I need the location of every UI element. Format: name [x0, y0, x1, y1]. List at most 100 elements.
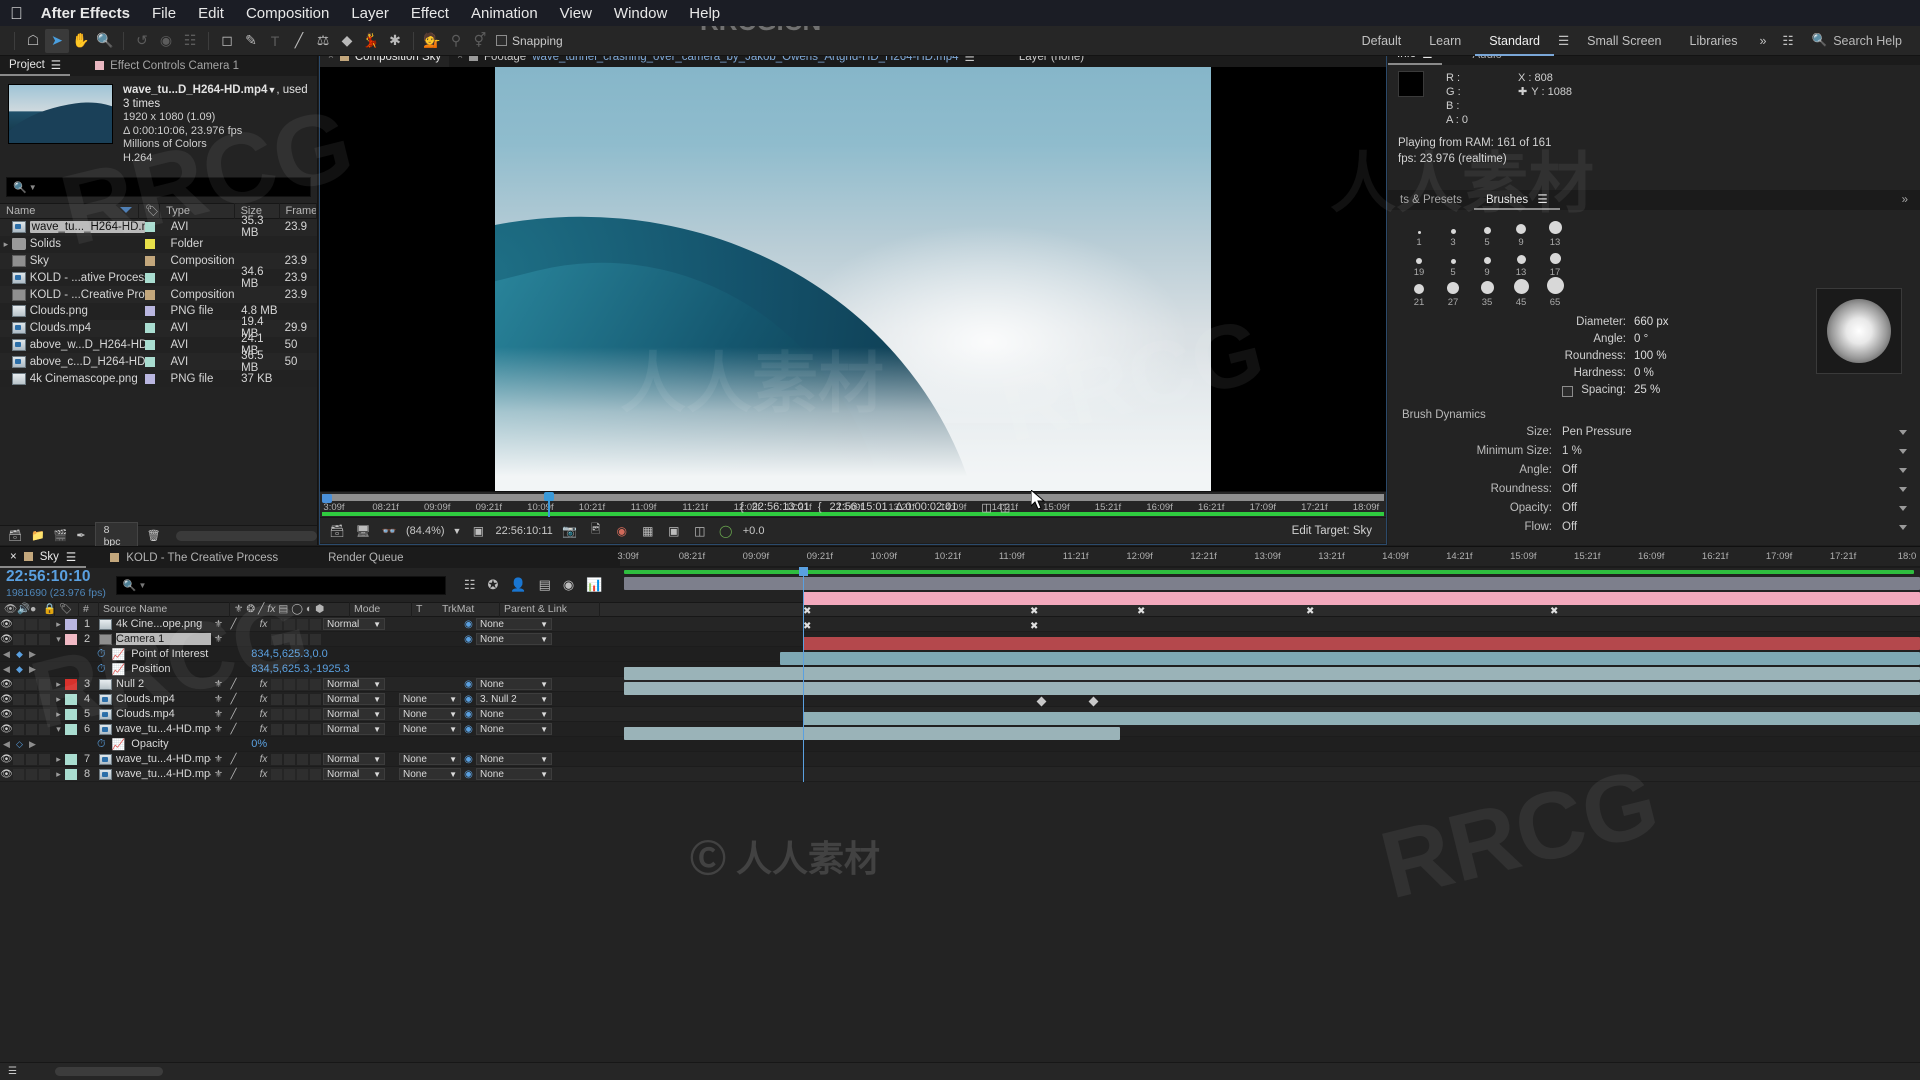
layer-visibility-icon[interactable]: 👁	[0, 724, 13, 735]
motion-blur-switch[interactable]	[284, 753, 295, 765]
effects-switch[interactable]: fx	[256, 769, 271, 780]
brush-property-value[interactable]: 660 px	[1634, 314, 1696, 331]
brush-preset[interactable]: 3	[1436, 229, 1470, 248]
layer-lock-toggle[interactable]	[39, 723, 50, 735]
motion-blur-switch[interactable]	[284, 768, 295, 780]
brush-preset[interactable]: 17	[1538, 253, 1572, 278]
layer-label-color[interactable]	[65, 678, 77, 690]
layer-source-name[interactable]: wave_tu...4-HD.mp4	[116, 753, 211, 765]
puppet-starch-icon[interactable]: 💁	[420, 29, 444, 53]
collapse-switch[interactable]: ╱	[226, 619, 241, 630]
menu-item-composition[interactable]: Composition	[246, 5, 329, 22]
brush-property-value[interactable]: 0 °	[1634, 331, 1696, 348]
keyframe-prev-icon[interactable]: ◀	[0, 649, 13, 660]
timeline-ruler[interactable]: 3:09f 08:21f 09:09f 09:21f 10:09f 10:21f 11:09…	[617, 547, 1920, 567]
range-out-point[interactable]: 22:56:15:01	[830, 501, 888, 513]
timeline-layer-bar[interactable]	[624, 727, 1120, 740]
3d-switch[interactable]	[310, 633, 321, 645]
stopwatch-icon[interactable]: ⏱	[97, 738, 106, 751]
shy-switch[interactable]: ⚜	[211, 709, 226, 720]
layer-twirl-icon[interactable]: ▸	[52, 709, 65, 720]
parent-pickwhip-icon[interactable]: ◉	[461, 709, 476, 720]
layer-audio-toggle[interactable]	[13, 753, 24, 765]
project-row-name[interactable]: above_w...D_H264-HD.mp4	[30, 339, 145, 351]
timeline-layer-bar[interactable]	[624, 682, 1920, 695]
layer-audio-toggle[interactable]	[13, 768, 24, 780]
motion-blur-switch[interactable]	[284, 633, 295, 645]
brush-preset[interactable]: 45	[1504, 279, 1538, 308]
layer-lock-toggle[interactable]	[39, 708, 50, 720]
menu-item-edit[interactable]: Edit	[198, 5, 224, 22]
layer-visibility-icon[interactable]: 👁	[0, 754, 13, 765]
puppet-overlap-icon[interactable]: ⚲	[444, 29, 468, 53]
brush-preset[interactable]: 13	[1504, 255, 1538, 278]
exposure-value[interactable]: +0.0	[743, 525, 765, 537]
lift-work-area-icon[interactable]: ◫	[981, 501, 991, 514]
collapse-switch[interactable]: ╱	[226, 754, 241, 765]
spacing-checkbox[interactable]	[1562, 386, 1574, 397]
project-row-name[interactable]: KOLD - ...ative Process.mp4	[30, 272, 145, 284]
layer-visibility-icon[interactable]: 👁	[0, 709, 13, 720]
brush-preset[interactable]: 9	[1470, 257, 1504, 278]
column-frame-rate[interactable]: Frame R	[280, 203, 318, 219]
keyframe-diamond-icon[interactable]: ◆	[13, 649, 26, 660]
project-row-name[interactable]: Solids	[30, 238, 145, 250]
snapshot-icon[interactable]: 📷	[561, 523, 579, 539]
layer-audio-toggle[interactable]	[13, 678, 24, 690]
shape-tool-icon[interactable]: ◻	[215, 29, 239, 53]
expand-arrow-icon[interactable]: ▸	[0, 239, 12, 250]
layer-lock-toggle[interactable]	[39, 618, 50, 630]
source-name-header[interactable]: Source Name	[99, 602, 230, 617]
timeline-layer-bar[interactable]	[803, 592, 1920, 605]
layer-mode-select[interactable]: Normal ▼	[323, 618, 385, 630]
keyframe-prev-icon[interactable]: ◀	[0, 739, 13, 750]
chevron-double-right-icon[interactable]: »	[1890, 190, 1920, 210]
puppet-pin-icon[interactable]: ✱	[383, 29, 407, 53]
column-name[interactable]: Name	[0, 203, 140, 219]
layer-mode-select[interactable]: Normal ▼	[323, 753, 385, 765]
column-label-tag[interactable]: 🏷	[139, 203, 161, 219]
layer-twirl-icon[interactable]: ▸	[52, 619, 65, 630]
region-of-interest-icon[interactable]: ▣	[469, 523, 487, 539]
layer-mode-select[interactable]: Normal ▼	[323, 693, 385, 705]
brush-presets-grid[interactable]: 1 3 5 9 13 19 5 9 13 17 21 27 35 45 65	[1388, 210, 1698, 308]
search-help-box[interactable]: 🔍 Search Help	[1812, 33, 1912, 48]
frame-blend-icon[interactable]: ▤	[539, 577, 551, 593]
3d-switch[interactable]	[310, 618, 321, 630]
collapse-switch[interactable]: ╱	[226, 769, 241, 780]
shy-switch[interactable]: ⚜	[211, 694, 226, 705]
brush-preset[interactable]: 5	[1436, 259, 1470, 278]
keyframe-marker[interactable]: ✖	[1306, 607, 1314, 617]
layer-mode-select[interactable]: Normal ▼	[323, 678, 385, 690]
apple-icon[interactable]: 	[10, 5, 23, 22]
collapse-switch[interactable]: ╱	[226, 679, 241, 690]
home-icon[interactable]: ☖	[21, 29, 45, 53]
layer-visibility-icon[interactable]: 👁	[0, 679, 13, 690]
orbit-camera-icon[interactable]: ◉	[154, 29, 178, 53]
parent-link-header[interactable]: Parent & Link	[500, 602, 600, 617]
layer-label-color[interactable]	[65, 633, 77, 645]
menu-icon[interactable]: ☰	[51, 58, 61, 72]
layer-audio-toggle[interactable]	[13, 618, 24, 630]
adjustment-switch[interactable]	[297, 618, 308, 630]
adjustment-switch[interactable]	[297, 633, 308, 645]
menu-icon[interactable]: ☰	[66, 550, 76, 564]
graph-icon[interactable]: 📈	[112, 663, 126, 676]
frame-blend-switch[interactable]	[271, 678, 282, 690]
layer-parent-select[interactable]: None ▼	[476, 708, 552, 720]
brush-dynamic-value[interactable]: Off	[1562, 461, 1899, 480]
collapse-switch[interactable]: ╱	[226, 694, 241, 705]
menu-item-help[interactable]: Help	[689, 5, 720, 22]
tab-effects-and-presets[interactable]: ts & Presets	[1388, 190, 1474, 210]
puppet-bend-icon[interactable]: ⚥	[468, 29, 492, 53]
timeline-layer-bar[interactable]	[624, 570, 1914, 574]
main-viewer-icon[interactable]: 🖥	[354, 523, 372, 539]
clone-stamp-icon[interactable]: ⚖	[311, 29, 335, 53]
shy-switch[interactable]: ⚜	[211, 634, 226, 645]
effects-switch[interactable]: fx	[256, 679, 271, 690]
layer-twirl-icon[interactable]: ▸	[52, 694, 65, 705]
timeline-layer-bar[interactable]	[624, 667, 1920, 680]
snapping-checkbox[interactable]	[496, 35, 507, 46]
keyframe-marker[interactable]: ✖	[1030, 607, 1038, 617]
layer-trkmat-select[interactable]: None ▼	[399, 768, 461, 780]
